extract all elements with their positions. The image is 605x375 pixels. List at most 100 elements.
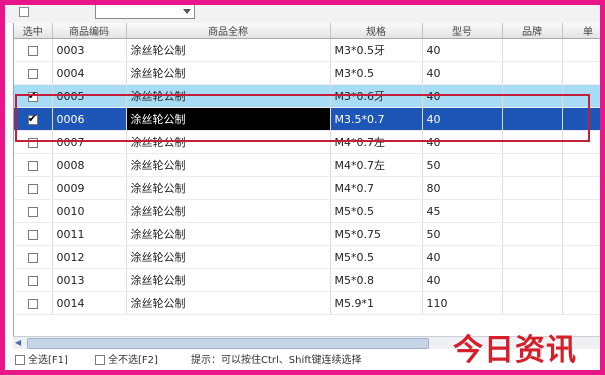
table-row[interactable]: 0011 涂丝轮公制 M5*0.75 50 — [14, 222, 600, 246]
unit-cell[interactable] — [562, 199, 600, 223]
model-cell[interactable]: 40 — [422, 61, 503, 85]
code-cell[interactable]: 0006 — [52, 107, 127, 131]
code-cell[interactable]: 0004 — [52, 61, 127, 85]
row-checkbox[interactable] — [27, 89, 38, 102]
code-cell[interactable]: 0008 — [52, 153, 127, 177]
brand-cell[interactable] — [502, 84, 563, 108]
select-none-option[interactable]: 全不选[F2] — [95, 351, 158, 370]
unit-cell[interactable] — [562, 176, 600, 200]
code-cell[interactable]: 0009 — [52, 176, 127, 200]
table-row[interactable]: 0005涂丝轮公制M3*0.6牙40 — [14, 84, 600, 108]
code-cell[interactable]: 0011 — [52, 222, 127, 246]
select-all-option[interactable]: 全选[F1] — [15, 351, 68, 370]
name-cell[interactable]: 涂丝轮公制 — [126, 107, 331, 131]
brand-cell[interactable] — [502, 268, 563, 292]
name-cell[interactable]: 涂丝轮公制 — [126, 268, 331, 292]
brand-cell[interactable] — [502, 222, 563, 246]
unit-cell[interactable] — [562, 268, 600, 292]
column-header-spec[interactable]: 规格 — [330, 23, 423, 39]
row-checkbox[interactable] — [27, 137, 38, 148]
brand-cell[interactable] — [502, 199, 563, 223]
name-cell[interactable]: 涂丝轮公制 — [126, 153, 331, 177]
select-cell[interactable] — [14, 291, 53, 315]
row-checkbox[interactable] — [27, 112, 38, 125]
table-row[interactable]: 0012 涂丝轮公制 M5*0.5 40 — [14, 245, 600, 269]
model-cell[interactable]: 40 — [422, 84, 503, 108]
brand-cell[interactable] — [502, 61, 563, 85]
row-checkbox[interactable] — [27, 183, 38, 194]
name-cell[interactable]: 涂丝轮公制 — [126, 245, 331, 269]
column-header-code[interactable]: 商品编码 — [52, 23, 127, 39]
table-row[interactable]: 0008 涂丝轮公制 M4*0.7左 50 — [14, 153, 600, 177]
spec-cell[interactable]: M5*0.75 — [330, 222, 423, 246]
spec-cell[interactable]: M5*0.5 — [330, 199, 423, 223]
column-header-name[interactable]: 商品全称 — [126, 23, 331, 39]
select-none-checkbox[interactable] — [95, 355, 105, 365]
table-row[interactable]: 0010 涂丝轮公制 M5*0.5 45 — [14, 199, 600, 223]
spec-cell[interactable]: M5.9*1 — [330, 291, 423, 315]
select-cell[interactable] — [14, 176, 53, 200]
model-cell[interactable]: 50 — [422, 153, 503, 177]
model-cell[interactable]: 50 — [422, 222, 503, 246]
unit-cell[interactable] — [562, 245, 600, 269]
select-cell[interactable] — [14, 107, 53, 131]
table-row[interactable]: 0004 涂丝轮公制 M3*0.5 40 — [14, 61, 600, 85]
row-checkbox[interactable] — [27, 275, 38, 286]
unit-cell[interactable] — [562, 84, 600, 108]
select-cell[interactable] — [14, 61, 53, 85]
code-cell[interactable]: 0007 — [52, 130, 127, 154]
column-header-select[interactable]: 选中 — [14, 23, 53, 39]
toolbar-checkbox[interactable] — [19, 7, 29, 17]
code-cell[interactable]: 0014 — [52, 291, 127, 315]
table-row[interactable]: 0013 涂丝轮公制 M5*0.8 40 — [14, 268, 600, 292]
model-cell[interactable]: 80 — [422, 176, 503, 200]
spec-cell[interactable]: M3*0.6牙 — [330, 84, 423, 108]
name-cell[interactable]: 涂丝轮公制 — [126, 84, 331, 108]
brand-cell[interactable] — [502, 176, 563, 200]
name-cell[interactable]: 涂丝轮公制 — [126, 130, 331, 154]
unit-cell[interactable] — [562, 153, 600, 177]
chevron-down-icon[interactable] — [183, 9, 191, 14]
table-row[interactable]: 0003 涂丝轮公制 M3*0.5牙 40 — [14, 38, 600, 62]
brand-cell[interactable] — [502, 245, 563, 269]
select-cell[interactable] — [14, 153, 53, 177]
unit-cell[interactable] — [562, 107, 600, 131]
filter-combo[interactable] — [95, 5, 195, 19]
code-cell[interactable]: 0003 — [52, 38, 127, 62]
brand-cell[interactable] — [502, 153, 563, 177]
model-cell[interactable]: 40 — [422, 268, 503, 292]
select-cell[interactable] — [14, 84, 53, 108]
brand-cell[interactable] — [502, 107, 563, 131]
unit-cell[interactable] — [562, 38, 600, 62]
spec-cell[interactable]: M4*0.7左 — [330, 153, 423, 177]
model-cell[interactable]: 40 — [422, 107, 503, 131]
row-checkbox[interactable] — [27, 252, 38, 263]
table-row[interactable]: 0014 涂丝轮公制 M5.9*1 110 — [14, 291, 600, 315]
code-cell[interactable]: 0013 — [52, 268, 127, 292]
select-cell[interactable] — [14, 245, 53, 269]
unit-cell[interactable] — [562, 130, 600, 154]
select-cell[interactable] — [14, 199, 53, 223]
model-cell[interactable]: 110 — [422, 291, 503, 315]
name-cell[interactable]: 涂丝轮公制 — [126, 199, 331, 223]
table-row[interactable]: 0009 涂丝轮公制 M4*0.7 80 — [14, 176, 600, 200]
select-cell[interactable] — [14, 38, 53, 62]
column-header-brand[interactable]: 品牌 — [502, 23, 563, 39]
name-cell[interactable]: 涂丝轮公制 — [126, 61, 331, 85]
row-checkbox[interactable] — [27, 229, 38, 240]
code-cell[interactable]: 0010 — [52, 199, 127, 223]
row-checkbox[interactable] — [27, 298, 38, 309]
name-cell[interactable]: 涂丝轮公制 — [126, 291, 331, 315]
name-cell[interactable]: 涂丝轮公制 — [126, 176, 331, 200]
spec-cell[interactable]: M4*0.7 — [330, 176, 423, 200]
model-cell[interactable]: 45 — [422, 199, 503, 223]
spec-cell[interactable]: M3*0.5牙 — [330, 38, 423, 62]
unit-cell[interactable] — [562, 61, 600, 85]
select-cell[interactable] — [14, 268, 53, 292]
code-cell[interactable]: 0012 — [52, 245, 127, 269]
model-cell[interactable]: 40 — [422, 245, 503, 269]
name-cell[interactable]: 涂丝轮公制 — [126, 222, 331, 246]
model-cell[interactable]: 40 — [422, 38, 503, 62]
name-cell[interactable]: 涂丝轮公制 — [126, 38, 331, 62]
select-cell[interactable] — [14, 130, 53, 154]
